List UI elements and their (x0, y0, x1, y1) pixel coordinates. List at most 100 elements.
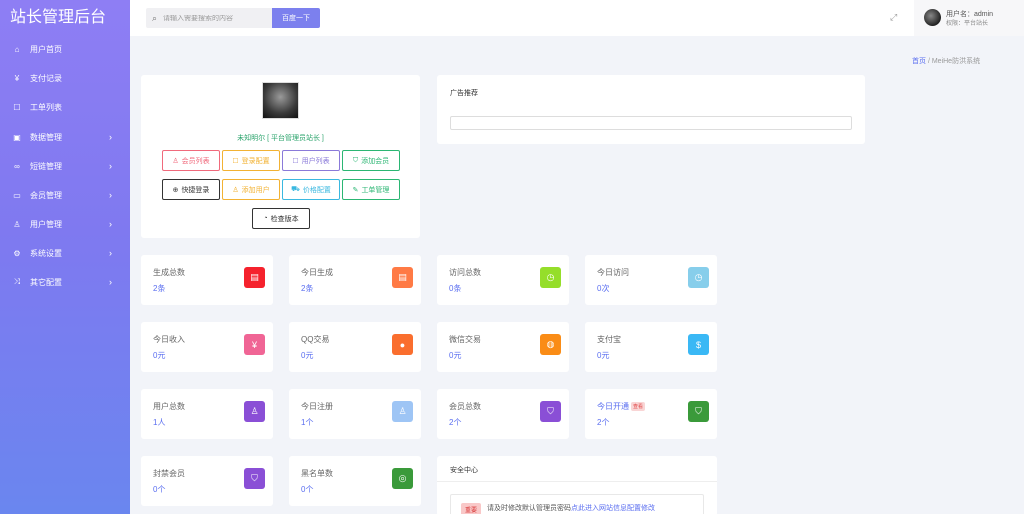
stat-label: 黑名单数 (301, 469, 333, 478)
stat-value: 0条 (449, 284, 462, 293)
search-icon: ⌕ (152, 12, 158, 23)
view-badge[interactable]: 查看 (631, 402, 646, 412)
chevron-right-icon: › (109, 161, 112, 171)
sidebar-item-tickets[interactable]: ☐ 工单列表 (0, 97, 130, 117)
globe-icon: ◎ (392, 468, 413, 489)
sidebar-item-members[interactable]: ▭ 会员管理 › (0, 185, 130, 205)
qq-icon: ● (392, 334, 413, 355)
search-input[interactable] (163, 14, 264, 22)
fullscreen-icon[interactable]: ⤢ (890, 12, 897, 23)
stat-value: 2条 (153, 284, 166, 293)
stat-label: QQ交易 (301, 335, 330, 344)
stat-label: 用户总数 (153, 402, 185, 411)
user-list-button[interactable]: ☐ 用户列表 (282, 150, 340, 171)
chevron-right-icon: › (109, 277, 112, 287)
sidebar-item-payments[interactable]: ¥ 支付记录 (0, 68, 130, 88)
ticket-manage-button[interactable]: ✎ 工单管理 (342, 179, 400, 200)
stat-value: 2个 (597, 418, 610, 427)
login-config-button[interactable]: ☐ 登录配置 (222, 150, 280, 171)
stat-card-today-income: 今日收入 0元 ¥ (141, 322, 273, 372)
home-icon: ⌂ (14, 44, 20, 54)
search-box: ⌕ (146, 8, 272, 28)
sidebar: 站长管理后台 ⌂ 用户首页 ¥ 支付记录 ☐ 工单列表 ▣ 数据管理 › ∞ 短… (0, 0, 130, 514)
chevron-right-icon: › (109, 219, 112, 229)
avatar (924, 9, 941, 26)
security-notice: 重要 请及时修改默认管理员密码点此进入网站信息配置修改 (450, 494, 704, 514)
stat-card-total-members: 会员总数 2个 ⛉ (437, 389, 569, 439)
alipay-icon: $ (688, 334, 709, 355)
stat-value: 0元 (153, 351, 166, 360)
add-user-button[interactable]: ♙ 添加用户 (222, 179, 280, 200)
stat-card-banned-members: 封禁会员 0个 ⛉ (141, 456, 273, 506)
add-member-button[interactable]: ⛉ 添加会员 (342, 150, 400, 171)
stat-value: 2条 (301, 284, 314, 293)
security-title: 安全中心 (450, 467, 478, 474)
chevron-right-icon: › (109, 132, 112, 142)
stat-label: 支付宝 (597, 335, 621, 344)
shuffle-icon: ⤨ (13, 277, 21, 286)
sidebar-item-home[interactable]: ⌂ 用户首页 (0, 39, 130, 59)
sidebar-item-settings[interactable]: ⚙ 系统设置 › (0, 243, 130, 263)
price-config-button[interactable]: ⛟ 价格配置 (282, 179, 340, 200)
sidebar-item-users[interactable]: ♙ 用户管理 › (0, 214, 130, 234)
user-menu[interactable]: 用户名：admin 权限：平台站长 (914, 0, 1024, 36)
link-icon: ∞ (14, 161, 20, 171)
breadcrumb: 首页 / MeiHe防洪系统 (912, 56, 980, 66)
sidebar-item-label: 短链管理 (30, 161, 62, 171)
stat-card-today-generated: 今日生成 2条 ▤ (289, 255, 421, 305)
clock-icon: ◷ (540, 267, 561, 288)
stat-label: 生成总数 (153, 268, 185, 277)
security-text: 请及时修改默认管理员密码 (487, 505, 571, 512)
breadcrumb-home-link[interactable]: 首页 (912, 58, 926, 65)
quick-login-button[interactable]: ⊕ 快捷登录 (162, 179, 220, 200)
stat-label: 今日收入 (153, 335, 185, 344)
stat-card-wechat-trade: 微信交易 0元 ◍ (437, 322, 569, 372)
stat-value: 2个 (449, 418, 462, 427)
check-version-button[interactable]: ◔ 检查版本 (252, 208, 310, 229)
document-icon: ☐ (232, 157, 239, 165)
button-label: 添加会员 (361, 157, 390, 165)
stat-label: 会员总数 (449, 402, 481, 411)
ad-card: 广告推荐 (437, 75, 865, 144)
stat-card-alipay: 支付宝 0元 $ (585, 322, 717, 372)
wechat-icon: ◍ (540, 334, 561, 355)
speedometer-icon: ◔ (263, 215, 268, 222)
stat-label: 访问总数 (449, 268, 481, 277)
stat-label: 今日生成 (301, 268, 333, 277)
stat-value: 1人 (153, 418, 166, 427)
top-header: ⌕ 百度一下 ⤢ 用户名：admin 权限：平台站长 (130, 0, 1024, 36)
security-config-link[interactable]: 点此进入网站信息配置修改 (571, 505, 655, 512)
shield-icon: ⛉ (688, 401, 709, 422)
briefcase-icon: ▣ (13, 132, 21, 142)
user-icon: ♙ (13, 219, 21, 229)
sidebar-item-label: 其它配置 (30, 277, 62, 287)
gear-icon: ⚙ (13, 248, 21, 258)
stat-card-total-visits: 访问总数 0条 ◷ (437, 255, 569, 305)
button-label: 添加用户 (241, 186, 270, 194)
shield-icon: ⛉ (540, 401, 561, 422)
security-center-card: 安全中心 重要 请及时修改默认管理员密码点此进入网站信息配置修改 (437, 456, 717, 514)
sidebar-item-label: 用户首页 (30, 44, 62, 54)
button-label: 登录配置 (241, 157, 270, 165)
sidebar-item-label: 系统设置 (30, 248, 62, 258)
sidebar-item-label: 工单列表 (30, 102, 62, 112)
edit-icon: ✎ (352, 186, 359, 194)
sidebar-item-data[interactable]: ▣ 数据管理 › (0, 127, 130, 147)
search-button[interactable]: 百度一下 (272, 8, 320, 28)
shield-icon: ⛉ (244, 468, 265, 489)
member-list-button[interactable]: ♙ 会员列表 (162, 150, 220, 171)
stat-card-blacklist: 黑名单数 0个 ◎ (289, 456, 421, 506)
stat-value: 0元 (449, 351, 462, 360)
ad-title: 广告推荐 (450, 90, 478, 97)
stat-label: 今日注册 (301, 402, 333, 411)
sidebar-item-other-config[interactable]: ⤨ 其它配置 › (0, 272, 130, 292)
sidebar-item-shortlinks[interactable]: ∞ 短链管理 › (0, 156, 130, 176)
user-icon: ♙ (392, 401, 413, 422)
button-label: 工单管理 (361, 186, 390, 194)
profile-card: 未知明尔 [ 平台管理员站长 ] ♙ 会员列表 ☐ 登录配置 ☐ 用户列表 ⛉ 添加会员… (141, 75, 420, 238)
user-icon: ♙ (244, 401, 265, 422)
profile-avatar (262, 82, 299, 119)
stat-value: 0次 (597, 284, 610, 293)
button-label: 检查版本 (270, 215, 299, 223)
document-icon: ☐ (292, 157, 299, 165)
